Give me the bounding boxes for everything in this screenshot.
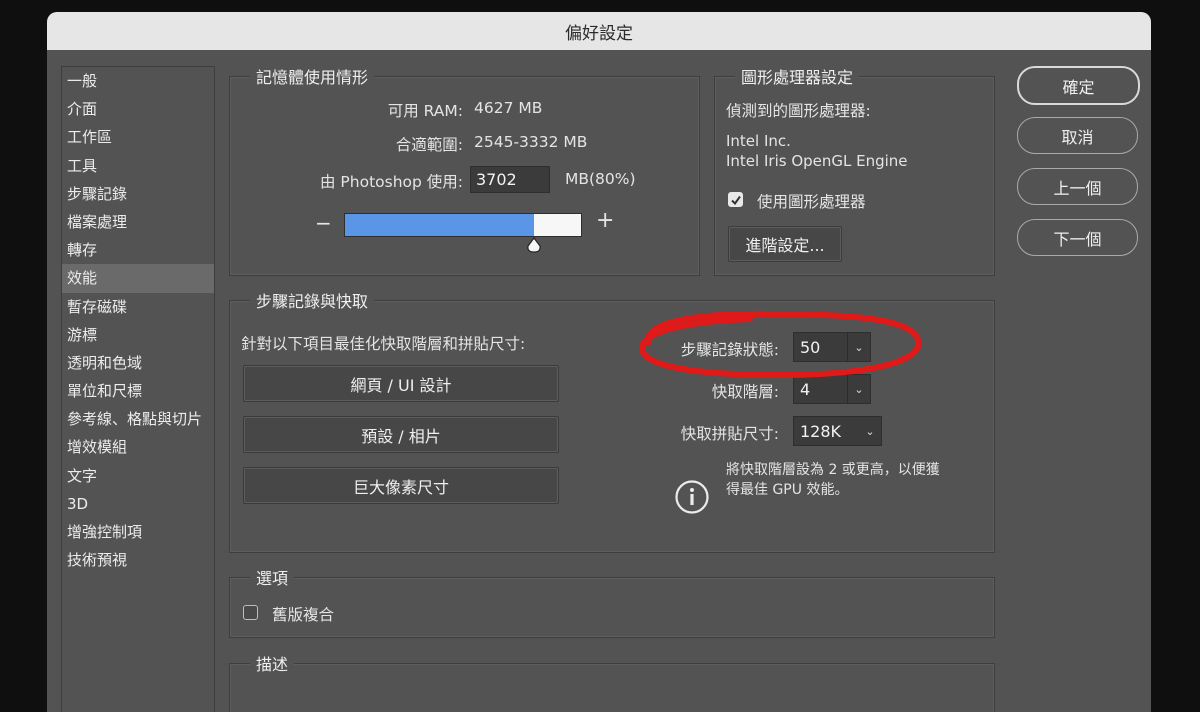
sidebar-item-workspace[interactable]: 工作區 [62,123,214,151]
dialog-title: 偏好設定 [47,12,1151,50]
options-group: 選項 舊版複合 [229,565,995,638]
gpu-settings-title: 圖形處理器設定 [735,64,860,88]
memory-use-unit: MB(80%) [565,170,636,188]
preferences-dialog: 偏好設定 一般 介面 工作區 工具 步驟記錄 檔案處理 轉存 效能 暫存磁碟 游… [47,12,1151,712]
gpu-vendor: Intel Inc. [726,132,791,150]
info-icon [674,479,710,515]
sidebar-item-guides-grid[interactable]: 參考線、格點與切片 [62,405,214,433]
memory-decrease-button[interactable]: − [315,211,332,235]
sidebar-item-general[interactable]: 一般 [62,67,214,95]
memory-use-input[interactable]: 3702 [470,166,550,193]
cache-tile-size-value: 128K [800,421,842,441]
memory-usage-group: 記憶體使用情形 可用 RAM: 4627 MB 合適範圍: 2545-3332 … [229,64,700,276]
use-gpu-label: 使用圖形處理器 [757,193,866,211]
sidebar-item-file-handling[interactable]: 檔案處理 [62,208,214,236]
available-ram-label: 可用 RAM: [387,102,463,120]
use-gpu-checkbox[interactable] [728,192,743,207]
preset-default-photo-button[interactable]: 預設 / 相片 [243,416,559,453]
cache-tile-size-label: 快取拼貼尺寸: [680,425,779,443]
sidebar-item-3d[interactable]: 3D [62,490,214,518]
optimize-cache-label: 針對以下項目最佳化快取階層和拼貼尺寸: [241,335,526,353]
gpu-settings-group: 圖形處理器設定 偵測到的圖形處理器: Intel Inc. Intel Iris… [714,64,995,276]
preset-web-ui-button[interactable]: 網頁 / UI 設計 [243,365,559,402]
description-group: 描述 [229,651,995,712]
memory-slider-track[interactable] [344,213,582,237]
memory-slider-handle[interactable] [526,237,542,253]
memory-increase-button[interactable]: + [596,208,614,233]
chevron-down-icon: ⌄ [865,424,875,438]
sidebar-item-export[interactable]: 轉存 [62,236,214,264]
highlight-annotation [639,310,922,379]
next-button[interactable]: 下一個 [1017,219,1138,256]
legacy-compositing-checkbox[interactable] [243,605,258,620]
preferences-sidebar: 一般 介面 工作區 工具 步驟記錄 檔案處理 轉存 效能 暫存磁碟 游標 透明和… [61,66,215,712]
sidebar-item-tech-previews[interactable]: 技術預視 [62,546,214,574]
previous-button[interactable]: 上一個 [1017,168,1138,205]
sidebar-item-units-rulers[interactable]: 單位和尺標 [62,377,214,405]
checkmark-icon [730,195,741,205]
history-cache-title: 步驟記錄與快取 [250,288,375,312]
cancel-button[interactable]: 取消 [1017,117,1138,154]
sidebar-item-transparency[interactable]: 透明和色域 [62,349,214,377]
advanced-settings-button[interactable]: 進階設定... [728,226,842,262]
description-title: 描述 [250,651,295,675]
sidebar-item-plugins[interactable]: 增效模組 [62,433,214,461]
detected-gpu-label: 偵測到的圖形處理器: [726,102,871,120]
legacy-compositing-label: 舊版複合 [272,606,335,624]
memory-usage-title: 記憶體使用情形 [250,64,375,88]
sidebar-item-enhanced-controls[interactable]: 增強控制項 [62,518,214,546]
available-ram-value: 4627 MB [474,99,543,117]
memory-slider-fill [345,214,534,236]
ok-button[interactable]: 確定 [1017,66,1140,105]
cache-info-line-1: 將快取階層設為 2 或更高，以便獲 [726,462,940,478]
options-title: 選項 [250,565,295,589]
sidebar-item-interface[interactable]: 介面 [62,95,214,123]
cache-info-line-2: 得最佳 GPU 效能。 [726,482,849,498]
sidebar-item-tools[interactable]: 工具 [62,152,214,180]
sidebar-item-type[interactable]: 文字 [62,462,214,490]
ideal-range-label: 合適範圍: [395,136,463,154]
photoshop-use-label: 由 Photoshop 使用: [319,173,463,191]
gpu-renderer: Intel Iris OpenGL Engine [726,152,908,170]
sidebar-item-performance[interactable]: 效能 [62,264,214,293]
sidebar-item-cursors[interactable]: 游標 [62,321,214,349]
cache-tile-size-select[interactable]: 128K ⌄ [793,416,882,446]
ideal-range-value: 2545-3332 MB [474,133,588,151]
sidebar-item-history-log[interactable]: 步驟記錄 [62,180,214,208]
preset-huge-pixel-button[interactable]: 巨大像素尺寸 [243,467,559,504]
sidebar-item-scratch-disks[interactable]: 暫存磁碟 [62,293,214,321]
